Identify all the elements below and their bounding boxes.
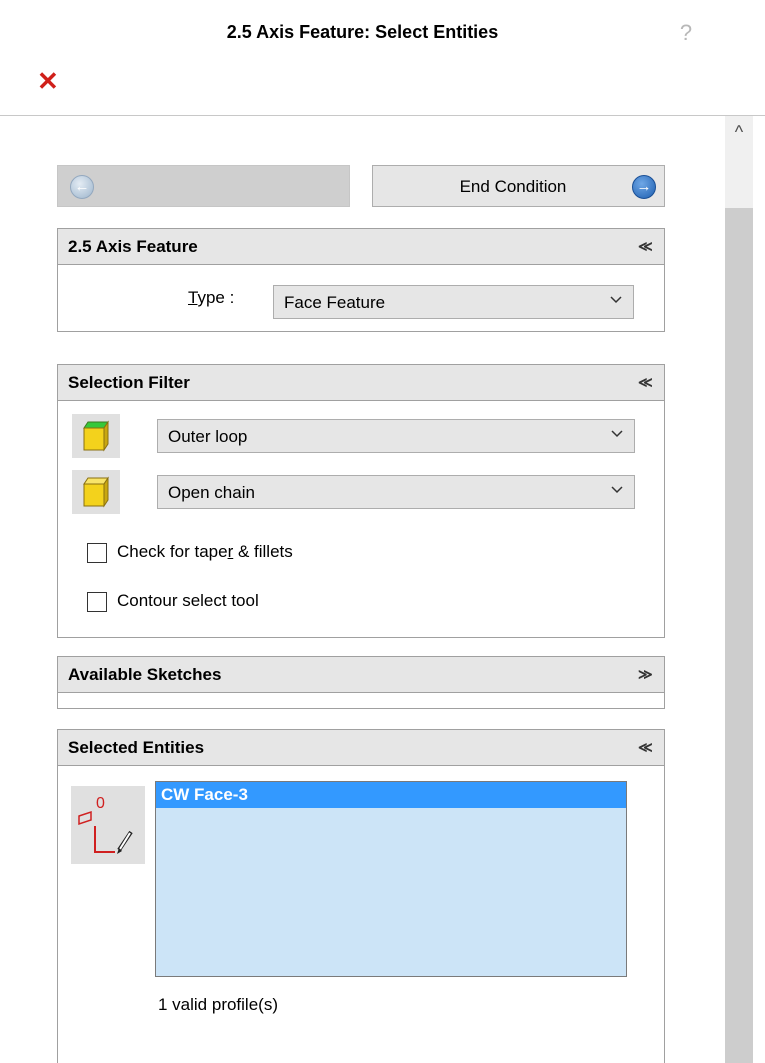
scroll-up-arrow-icon[interactable]: ^ (725, 120, 753, 144)
selected-group-title: Selected Entities (68, 738, 205, 757)
collapse-chevron-icon[interactable]: ≪ (638, 237, 653, 255)
chain-filter-value: Open chain (168, 483, 255, 502)
selection-filter-group: Selection Filter ≪ Outer loop Open chain… (57, 364, 665, 638)
next-arrow-icon: → (632, 175, 656, 199)
selected-group-header[interactable]: Selected Entities ≪ (58, 730, 664, 766)
sketch-profile-pencil-icon[interactable]: 0 (71, 786, 145, 864)
taper-label-part: Check for tape (117, 542, 228, 561)
available-sketches-group: Available Sketches ≫ (57, 656, 665, 709)
taper-label-part: & fillets (233, 542, 293, 561)
contour-select-label[interactable]: Contour select tool (117, 591, 259, 611)
type-label: Type : (188, 288, 234, 308)
back-arrow-icon: ← (70, 175, 94, 199)
chevron-down-icon (609, 292, 623, 310)
header-divider (0, 115, 765, 116)
type-select-value: Face Feature (284, 293, 386, 312)
feature-group-title: 2.5 Axis Feature (68, 237, 198, 256)
list-item[interactable]: CW Face-3 (156, 782, 626, 808)
taper-fillets-label[interactable]: Check for taper & fillets (117, 542, 293, 562)
cube-yellow-icon[interactable] (72, 470, 120, 514)
chain-filter-select[interactable]: Open chain (157, 475, 635, 509)
back-button[interactable]: ← (57, 165, 350, 207)
type-select[interactable]: Face Feature (273, 285, 634, 319)
help-icon[interactable]: ? (676, 20, 696, 46)
filter-group-header[interactable]: Selection Filter ≪ (58, 365, 664, 401)
vertical-scrollbar[interactable]: ^ (725, 116, 753, 1063)
loop-filter-value: Outer loop (168, 427, 248, 446)
end-condition-label: End Condition (459, 177, 567, 196)
end-condition-button[interactable]: End Condition → (372, 165, 665, 207)
svg-text:0: 0 (96, 795, 105, 812)
contour-select-checkbox[interactable] (87, 592, 107, 612)
dialog-title: 2.5 Axis Feature: Select Entities (226, 22, 499, 42)
feature-group: 2.5 Axis Feature ≪ Type : Face Feature (57, 228, 665, 332)
type-label-rest: ype : (197, 288, 235, 307)
collapse-chevron-icon[interactable]: ≪ (638, 738, 653, 756)
sketches-group-title: Available Sketches (68, 665, 222, 684)
selected-entities-list[interactable]: CW Face-3 (155, 781, 627, 977)
cube-green-top-icon[interactable] (72, 414, 120, 458)
expand-chevron-icon[interactable]: ≫ (638, 665, 653, 683)
loop-filter-select[interactable]: Outer loop (157, 419, 635, 453)
filter-group-title: Selection Filter (68, 373, 190, 392)
taper-fillets-checkbox[interactable] (87, 543, 107, 563)
feature-group-header[interactable]: 2.5 Axis Feature ≪ (58, 229, 664, 265)
close-icon[interactable]: ✕ (37, 68, 59, 94)
selected-entities-group: Selected Entities ≪ 0 CW Face-3 1 valid … (57, 729, 665, 1063)
scroll-thumb[interactable] (725, 208, 753, 1063)
valid-profile-count: 1 valid profile(s) (158, 995, 278, 1014)
collapse-chevron-icon[interactable]: ≪ (638, 373, 653, 391)
chevron-down-icon (610, 482, 624, 500)
chevron-down-icon (610, 426, 624, 444)
sketches-group-header[interactable]: Available Sketches ≫ (58, 657, 664, 693)
